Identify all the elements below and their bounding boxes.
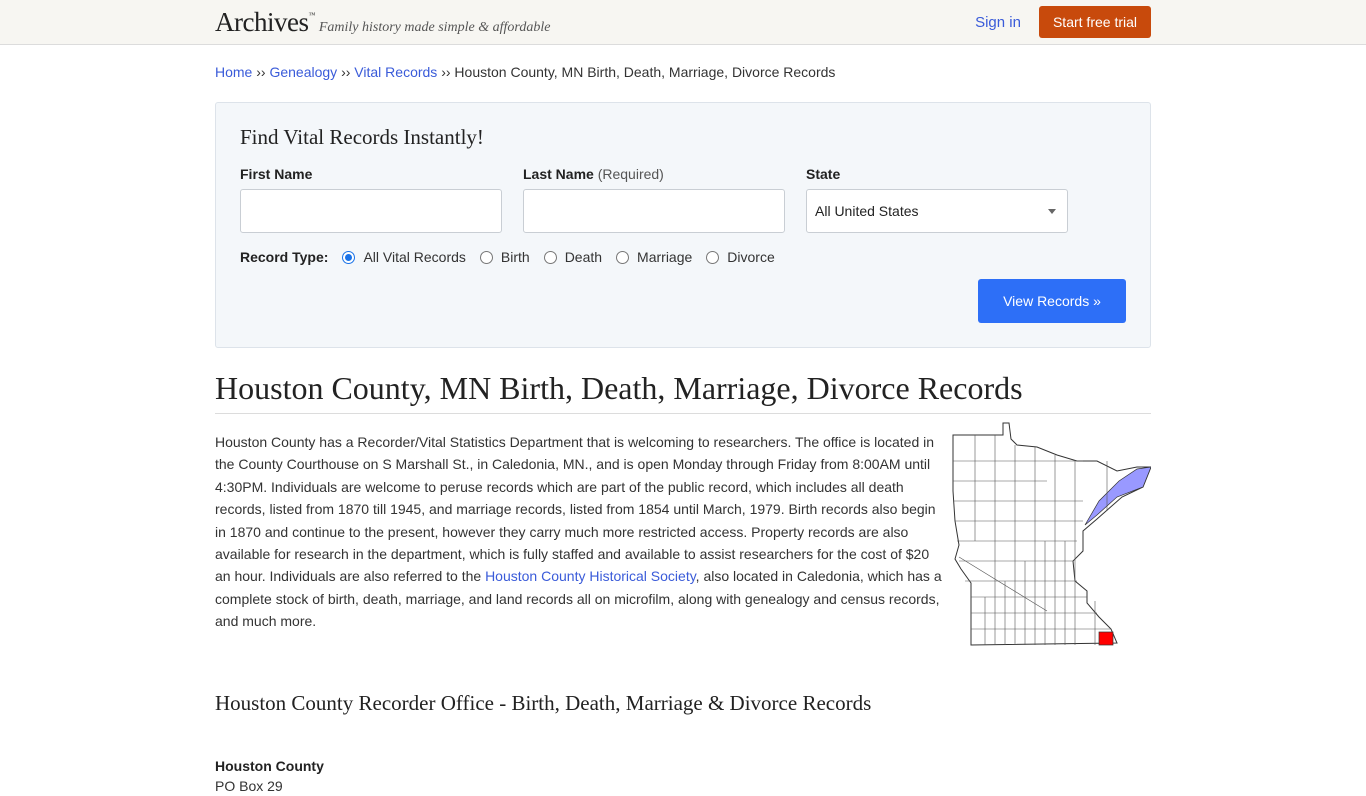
required-note: (Required) (597, 166, 664, 182)
county-map (947, 421, 1152, 658)
historical-society-link[interactable]: Houston County Historical Society (485, 568, 696, 584)
start-free-trial-button[interactable]: Start free trial (1038, 6, 1151, 38)
breadcrumb: Home ›› Genealogy ›› Vital Records ›› Ho… (215, 64, 1151, 80)
last-name-input[interactable] (523, 189, 785, 233)
radio-unchecked-icon[interactable] (706, 250, 720, 264)
office-address: Houston County PO Box 29 (215, 756, 1151, 796)
radio-checked-icon[interactable] (342, 250, 356, 264)
breadcrumb-separator: ›› (256, 64, 266, 80)
last-name-label-text: Last Name (523, 166, 594, 182)
first-name-label: First Name (240, 166, 502, 182)
state-label-text: State (806, 166, 841, 182)
radio-unchecked-icon[interactable] (543, 250, 557, 264)
state-label: State (806, 166, 1068, 182)
radio-label: Birth (500, 249, 530, 265)
breadcrumb-home[interactable]: Home (215, 64, 252, 80)
trademark: ™ (308, 10, 315, 19)
radio-label: All Vital Records (363, 249, 466, 265)
radio-marriage[interactable]: Marriage (616, 249, 692, 265)
intro-text: Houston County has a Recorder/Vital Stat… (215, 434, 936, 585)
radio-label: Marriage (637, 249, 693, 265)
breadcrumb-separator: ›› (341, 64, 351, 80)
breadcrumb-vital-records[interactable]: Vital Records (354, 64, 437, 80)
record-type-group: Record Type: All Vital Records Birth Dea… (240, 249, 1126, 265)
breadcrumb-separator: ›› (441, 64, 451, 80)
breadcrumb-genealogy[interactable]: Genealogy (269, 64, 337, 80)
first-name-input[interactable] (240, 189, 502, 233)
radio-label: Death (564, 249, 603, 265)
state-select[interactable]: All United States (806, 189, 1068, 233)
radio-unchecked-icon[interactable] (479, 250, 493, 264)
radio-death[interactable]: Death (543, 249, 603, 265)
radio-birth[interactable]: Birth (479, 249, 530, 265)
houston-county-highlight (1098, 631, 1114, 646)
logo-text: Archives (215, 6, 309, 37)
radio-divorce[interactable]: Divorce (706, 249, 775, 265)
logo[interactable]: Archives™ (215, 7, 315, 38)
page-title: Houston County, MN Birth, Death, Marriag… (215, 370, 1151, 414)
top-navbar: Archives™ Family history made simple & a… (0, 0, 1366, 45)
state-selected-value: All United States (815, 203, 919, 219)
intro-paragraph: Houston County has a Recorder/Vital Stat… (215, 431, 947, 658)
tagline: Family history made simple & affordable (318, 19, 551, 35)
search-form: Find Vital Records Instantly! First Name… (215, 102, 1151, 348)
search-title: Find Vital Records Instantly! (240, 125, 484, 149)
sign-in-link[interactable]: Sign in (975, 14, 1021, 31)
record-type-label: Record Type: (240, 249, 329, 265)
minnesota-map-icon (952, 422, 1152, 646)
section-title: Houston County Recorder Office - Birth, … (215, 691, 872, 715)
brand[interactable]: Archives™ Family history made simple & a… (215, 7, 550, 38)
office-name: Houston County (215, 758, 324, 774)
last-name-label: Last Name (Required) (523, 166, 785, 182)
radio-all-vital-records[interactable]: All Vital Records (342, 249, 466, 265)
breadcrumb-current: Houston County, MN Birth, Death, Marriag… (454, 64, 836, 80)
office-address-line: PO Box 29 (215, 778, 283, 794)
chevron-down-icon (1048, 208, 1056, 214)
view-records-button[interactable]: View Records » (978, 279, 1126, 323)
radio-unchecked-icon[interactable] (616, 250, 630, 264)
radio-label: Divorce (727, 249, 775, 265)
first-name-label-text: First Name (240, 166, 313, 182)
